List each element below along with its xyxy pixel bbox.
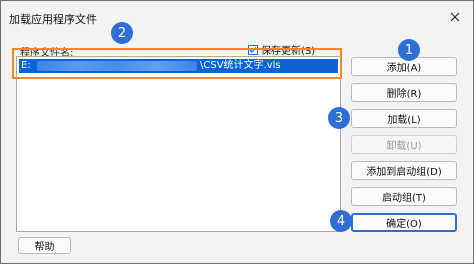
ok-button[interactable]: 确定(O) (351, 213, 457, 232)
add-to-startup-button[interactable]: 添加到启动组(D) (351, 161, 457, 180)
help-button[interactable]: 帮助 (18, 237, 71, 254)
step-marker-3: 3 (328, 107, 350, 129)
window-title: 加载应用程序文件 (9, 13, 97, 26)
unload-button[interactable]: 卸载(U) (351, 135, 457, 154)
annotation-highlight-box (12, 48, 342, 79)
close-icon (450, 12, 460, 22)
step-marker-2: 2 (111, 22, 133, 44)
load-app-file-dialog: 加载应用程序文件 程序文件名: 保存更新(S) E: \CSV统计文字.vls … (0, 0, 474, 264)
program-file-list[interactable]: E: \CSV统计文字.vls (16, 56, 341, 232)
step-marker-1: 1 (398, 39, 420, 61)
title-bar: 加载应用程序文件 (1, 1, 473, 33)
step-marker-4: 4 (330, 210, 352, 232)
startup-group-button[interactable]: 启动组(T) (351, 187, 457, 206)
delete-button[interactable]: 删除(R) (351, 83, 457, 102)
load-button[interactable]: 加载(L) (351, 109, 457, 128)
close-button[interactable] (443, 7, 467, 27)
